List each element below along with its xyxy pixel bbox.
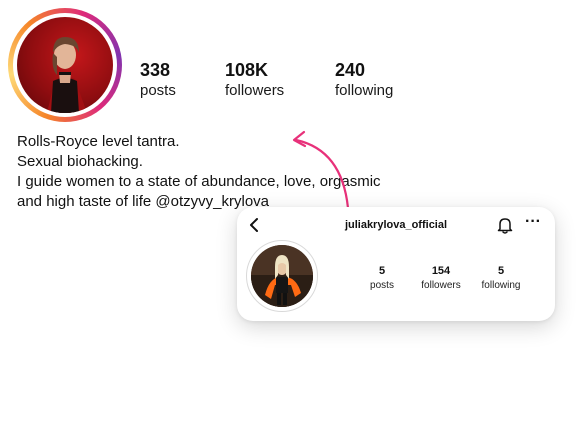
curved-arrow-icon xyxy=(292,130,350,210)
profile-avatar xyxy=(17,17,113,113)
card-stat-followers[interactable]: 154 followers xyxy=(411,264,471,294)
card-avatar[interactable] xyxy=(246,240,318,312)
profile-avatar-ring[interactable] xyxy=(8,8,122,122)
stat-posts-label: posts xyxy=(140,82,176,99)
profile-bio: Rolls-Royce level tantra. Sexual biohack… xyxy=(17,132,447,212)
stat-followers-value: 108K xyxy=(225,60,269,80)
card-stat-posts[interactable]: 5 posts xyxy=(352,264,412,294)
card-stat-following[interactable]: 5 following xyxy=(471,264,531,294)
card-avatar-photo xyxy=(251,245,313,307)
stat-following-value: 240 xyxy=(335,60,366,80)
profile-card: juliakrylova_official ··· 5 posts 154 fo… xyxy=(237,207,555,321)
stat-followers[interactable]: 108K followers xyxy=(225,60,284,102)
stat-posts[interactable]: 338 posts xyxy=(140,60,176,102)
card-stat-following-label: following xyxy=(481,280,521,291)
card-stat-posts-value: 5 xyxy=(378,265,386,277)
stat-followers-label: followers xyxy=(225,82,285,99)
bio-line: I guide women to a state of abundance, l… xyxy=(17,173,381,190)
stat-following[interactable]: 240 following xyxy=(335,60,393,102)
card-stat-posts-label: posts xyxy=(370,280,394,291)
profile-avatar-photo xyxy=(47,37,87,113)
card-stat-followers-value: 154 xyxy=(431,265,451,277)
bio-line: Sexual biohacking. xyxy=(17,153,143,170)
card-stat-followers-label: followers xyxy=(421,280,461,291)
stat-following-label: following xyxy=(335,82,394,99)
profile-avatar-border xyxy=(13,13,117,117)
bell-icon[interactable] xyxy=(496,216,514,234)
card-stat-following-value: 5 xyxy=(497,265,505,277)
card-avatar-image xyxy=(251,245,313,307)
bio-line: Rolls-Royce level tantra. xyxy=(17,133,180,150)
more-icon[interactable]: ··· xyxy=(522,214,544,233)
stat-posts-value: 338 xyxy=(140,60,171,80)
